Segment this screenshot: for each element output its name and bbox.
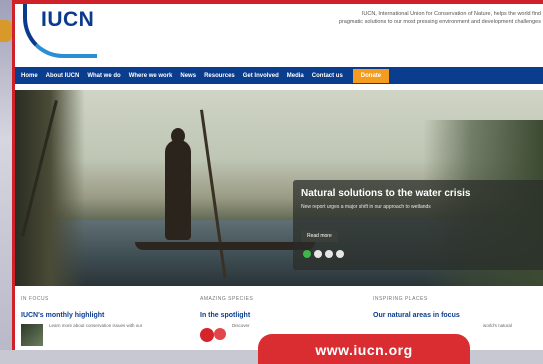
section-thumbnail[interactable] [21, 324, 43, 346]
section-text: Learn more about conservation issues wit… [49, 323, 143, 328]
nav-home[interactable]: Home [21, 73, 38, 79]
url-watermark: www.iucn.org [258, 334, 470, 364]
site-tagline: IUCN, International Union for Conservati… [231, 10, 541, 26]
section-text: Discover [232, 323, 250, 328]
nav-news[interactable]: News [180, 73, 196, 79]
flower-thumbnail[interactable] [200, 324, 228, 346]
section-head: IN FOCUS [21, 296, 49, 302]
donate-button[interactable]: Donate [352, 68, 390, 83]
tagline-line-1: IUCN, International Union for Conservati… [361, 11, 541, 17]
hero-boat [135, 242, 315, 250]
section-inspiring-places: INSPIRING PLACES Our natural areas in fo… [373, 296, 533, 329]
browser-page: IUCN IUCN, International Union for Conse… [12, 0, 543, 350]
hero-title[interactable]: Natural solutions to the water crisis [301, 188, 470, 199]
nav-media[interactable]: Media [287, 73, 304, 79]
section-title[interactable]: Our natural areas in focus [373, 312, 533, 319]
nav-resources[interactable]: Resources [204, 73, 235, 79]
flower-icon [214, 328, 226, 340]
flower-icon [200, 328, 214, 342]
section-in-focus: IN FOCUS IUCN's monthly highlight Learn … [21, 296, 171, 346]
read-more-button[interactable]: Read more [301, 230, 338, 242]
slider-dot-1[interactable] [303, 250, 311, 258]
nav-where-we-work[interactable]: Where we work [129, 73, 173, 79]
hero-person [165, 140, 191, 240]
nav-contact[interactable]: Contact us [312, 73, 343, 79]
hero-subtitle: New report urges a major shift in our ap… [301, 204, 431, 210]
nav-about[interactable]: About IUCN [46, 73, 80, 79]
slider-dot-2[interactable] [314, 250, 322, 258]
hero-slider[interactable]: Natural solutions to the water crisis Ne… [15, 90, 543, 286]
nav-what-we-do[interactable]: What we do [87, 73, 120, 79]
section-amazing-species: AMAZING SPECIES In the spotlight Discove… [200, 296, 350, 342]
side-badge [0, 20, 12, 42]
site-header: IUCN IUCN, International Union for Conse… [15, 4, 543, 60]
site-logo[interactable]: IUCN [41, 8, 94, 32]
slider-dot-4[interactable] [336, 250, 344, 258]
section-head: AMAZING SPECIES [200, 296, 254, 302]
main-navigation: Home About IUCN What we do Where we work… [15, 67, 543, 84]
section-head: INSPIRING PLACES [373, 296, 428, 302]
section-title[interactable]: IUCN's monthly highlight [21, 312, 171, 319]
slider-dots [303, 250, 344, 258]
section-text: world's natural [483, 323, 512, 328]
nav-get-involved[interactable]: Get Involved [243, 73, 279, 79]
tagline-line-2: pragmatic solutions to our most pressing… [338, 19, 541, 25]
hero-caption: Natural solutions to the water crisis Ne… [293, 180, 543, 270]
section-title[interactable]: In the spotlight [200, 312, 350, 319]
slider-dot-3[interactable] [325, 250, 333, 258]
